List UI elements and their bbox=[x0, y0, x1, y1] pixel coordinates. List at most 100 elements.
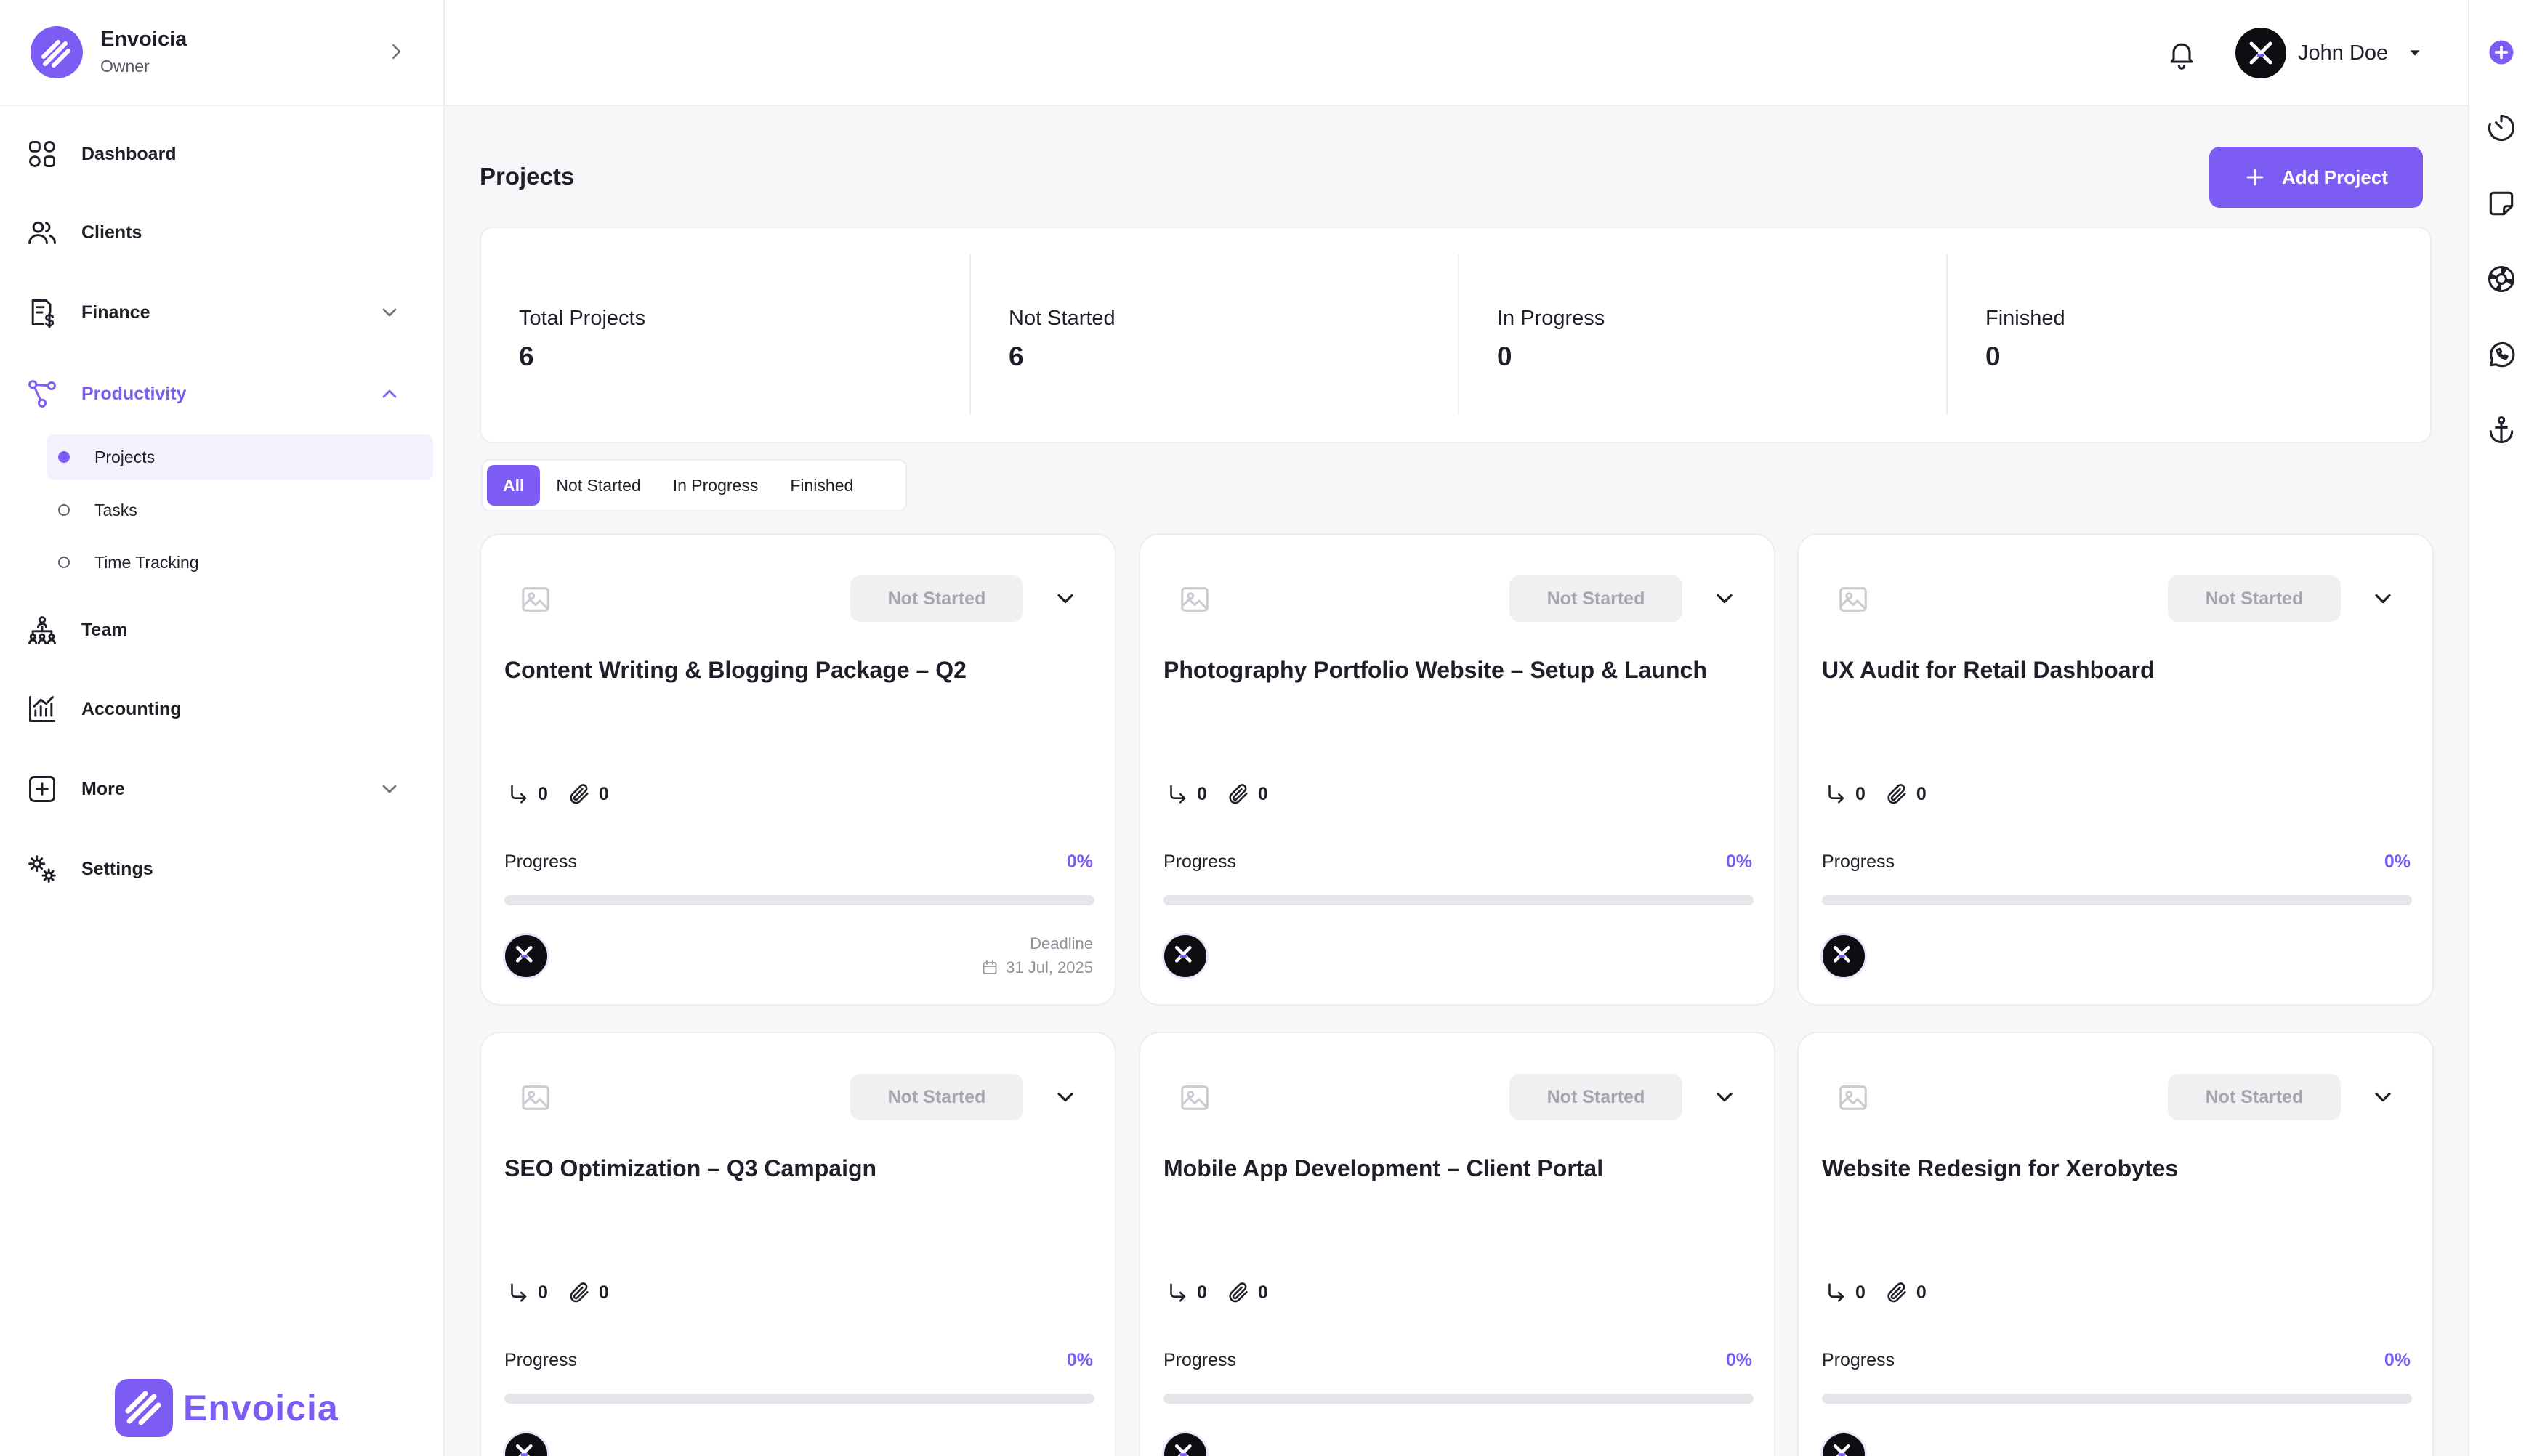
productivity-icon bbox=[28, 380, 56, 408]
status-filter-tabs: All Not Started In Progress Finished bbox=[481, 459, 907, 511]
nav-team[interactable]: Team bbox=[26, 607, 422, 653]
attachment-count: 0 bbox=[1257, 1282, 1268, 1303]
anchor-icon[interactable] bbox=[2485, 414, 2517, 446]
status-badge[interactable]: Not Started bbox=[850, 575, 1023, 622]
user-name: John Doe bbox=[2298, 41, 2389, 65]
assignee-avatar[interactable] bbox=[1820, 1431, 1867, 1456]
progress-bar bbox=[504, 1394, 1094, 1404]
filter-in-progress[interactable]: In Progress bbox=[657, 465, 775, 506]
project-card[interactable]: Not Started Photography Portfolio Websit… bbox=[1139, 533, 1775, 1006]
chevron-down-icon[interactable] bbox=[1052, 1084, 1078, 1110]
chevron-down-icon[interactable] bbox=[1052, 586, 1078, 612]
support-icon[interactable] bbox=[2485, 263, 2517, 295]
project-meta: 0 0 bbox=[1165, 1280, 1287, 1305]
status-badge[interactable]: Not Started bbox=[1509, 575, 1682, 622]
project-card[interactable]: Not Started Website Redesign for Xerobyt… bbox=[1797, 1032, 2434, 1456]
assignee-avatar[interactable] bbox=[1162, 933, 1209, 979]
status-badge[interactable]: Not Started bbox=[2168, 1074, 2341, 1120]
subtask-count: 0 bbox=[538, 1282, 548, 1303]
project-meta: 0 0 bbox=[506, 782, 628, 806]
status-label: Not Started bbox=[887, 588, 986, 609]
deadline-value: 31 Jul, 2025 bbox=[981, 958, 1093, 977]
bell-icon[interactable] bbox=[2166, 38, 2198, 70]
chevron-up-icon[interactable] bbox=[378, 382, 401, 405]
whatsapp-icon[interactable] bbox=[2485, 339, 2517, 371]
chevron-down-icon[interactable] bbox=[378, 301, 401, 324]
attachment-count: 0 bbox=[1916, 1282, 1927, 1303]
chevron-down-icon[interactable] bbox=[1711, 586, 1738, 612]
filter-all[interactable]: All bbox=[487, 465, 541, 506]
progress-label: Progress bbox=[1163, 1350, 1237, 1370]
progress-bar bbox=[1163, 1394, 1754, 1404]
project-card[interactable]: Not Started UX Audit for Retail Dashboar… bbox=[1797, 533, 2434, 1006]
status-label: Not Started bbox=[1546, 1086, 1645, 1107]
progress-value: 0% bbox=[1725, 852, 1752, 872]
subtask-icon bbox=[511, 785, 527, 804]
nav-dashboard[interactable]: Dashboard bbox=[26, 131, 422, 177]
paperclip-icon bbox=[1229, 784, 1248, 804]
timer-icon[interactable] bbox=[2485, 112, 2517, 144]
progress-value: 0% bbox=[2384, 1350, 2411, 1370]
project-card[interactable]: Not Started Content Writing & Blogging P… bbox=[480, 533, 1116, 1006]
chevron-down-icon[interactable] bbox=[2370, 586, 2396, 612]
project-card[interactable]: Not Started Mobile App Development – Cli… bbox=[1139, 1032, 1775, 1456]
chevron-down-icon[interactable] bbox=[2370, 1084, 2396, 1110]
organization-switcher[interactable]: Envoicia Owner bbox=[0, 0, 443, 106]
sticky-note-icon[interactable] bbox=[2485, 187, 2517, 219]
status-badge[interactable]: Not Started bbox=[2168, 575, 2341, 622]
assignee-avatar[interactable] bbox=[1820, 933, 1867, 979]
image-placeholder-icon bbox=[522, 587, 549, 612]
nav-projects[interactable]: Projects bbox=[47, 434, 433, 480]
nav-productivity[interactable]: Productivity bbox=[26, 371, 422, 417]
subtask-icon bbox=[1170, 1283, 1186, 1302]
status-badge[interactable]: Not Started bbox=[1509, 1074, 1682, 1120]
nav-tasks[interactable]: Tasks bbox=[47, 488, 433, 533]
user-menu[interactable]: John Doe bbox=[2235, 28, 2423, 78]
chevron-down-icon[interactable] bbox=[378, 777, 401, 801]
subtask-icon bbox=[1828, 1283, 1844, 1302]
plus-circle-icon[interactable] bbox=[2485, 36, 2517, 68]
filter-finished[interactable]: Finished bbox=[774, 465, 869, 506]
dashboard-icon bbox=[29, 141, 55, 167]
stat-value: 0 bbox=[1497, 341, 1512, 371]
nav-time-tracking[interactable]: Time Tracking bbox=[47, 540, 433, 585]
assignee-avatar[interactable] bbox=[503, 1431, 549, 1456]
stat-finished: Finished 0 bbox=[1946, 254, 2435, 414]
nav-settings[interactable]: Settings bbox=[26, 846, 422, 892]
filter-not-started[interactable]: Not Started bbox=[540, 465, 656, 506]
active-dot-icon bbox=[58, 451, 70, 463]
subtask-count: 0 bbox=[1197, 1282, 1207, 1303]
stat-value: 0 bbox=[1985, 341, 2001, 371]
nav-more-label: More bbox=[81, 778, 125, 799]
organization-name: Envoicia bbox=[100, 28, 187, 51]
brand-wordmark: Envoicia bbox=[183, 1388, 339, 1428]
nav-settings-label: Settings bbox=[81, 858, 153, 879]
project-card[interactable]: Not Started SEO Optimization – Q3 Campai… bbox=[480, 1032, 1116, 1456]
chevron-down-icon[interactable] bbox=[1711, 1084, 1738, 1110]
progress-label: Progress bbox=[504, 1350, 578, 1370]
status-label: Not Started bbox=[887, 1086, 986, 1107]
assignee-avatar[interactable] bbox=[1162, 1431, 1209, 1456]
project-meta: 0 0 bbox=[506, 1280, 628, 1305]
assignee-avatar[interactable] bbox=[503, 933, 549, 979]
image-placeholder-icon bbox=[1181, 1085, 1209, 1110]
nav-accounting[interactable]: Accounting bbox=[26, 686, 422, 732]
circle-icon bbox=[58, 557, 70, 568]
nav-productivity-label: Productivity bbox=[81, 383, 187, 404]
stat-in-progress: In Progress 0 bbox=[1458, 254, 1946, 414]
circle-icon bbox=[58, 504, 70, 516]
nav-clients[interactable]: Clients bbox=[26, 209, 422, 256]
chevron-right-icon[interactable] bbox=[385, 41, 407, 62]
project-title: Mobile App Development – Client Portal bbox=[1163, 1155, 1604, 1181]
stat-label: Total Projects bbox=[519, 307, 646, 330]
add-project-button[interactable]: Add Project bbox=[2209, 147, 2423, 208]
avatar bbox=[2235, 28, 2286, 78]
team-icon bbox=[28, 616, 56, 644]
accounting-icon bbox=[29, 696, 55, 722]
nav-more[interactable]: More bbox=[26, 766, 422, 812]
status-badge[interactable]: Not Started bbox=[850, 1074, 1023, 1120]
brand-footer: Envoicia bbox=[115, 1379, 339, 1437]
right-rail bbox=[2468, 0, 2529, 1456]
finance-icon bbox=[31, 299, 55, 328]
nav-finance[interactable]: Finance bbox=[26, 289, 422, 336]
